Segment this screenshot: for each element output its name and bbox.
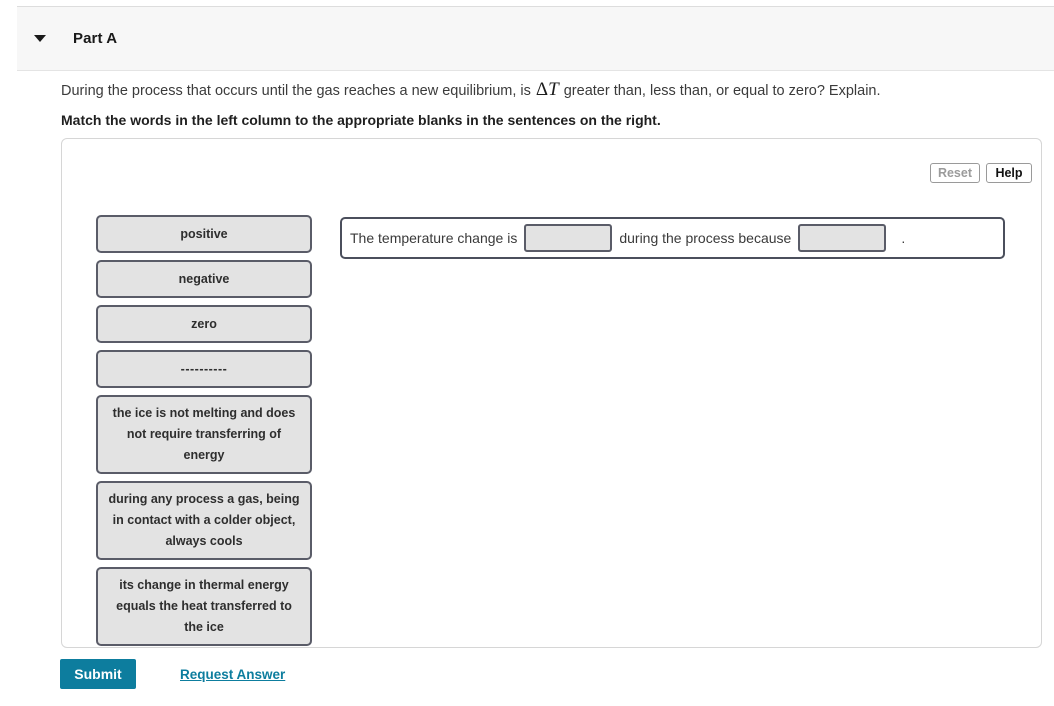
- footer-actions: Submit Request Answer: [60, 659, 285, 689]
- chevron-down-icon[interactable]: [34, 35, 46, 42]
- word-bank-tile[interactable]: the ice is not melting and does not requ…: [96, 395, 312, 474]
- word-bank-tile[interactable]: ----------: [96, 350, 312, 388]
- word-bank-tile[interactable]: its change in thermal energy equals the …: [96, 567, 312, 646]
- math-variable-t: T: [548, 79, 559, 100]
- sentence-row: The temperature change is during the pro…: [340, 217, 1005, 259]
- word-bank-tile[interactable]: during any process a gas, being in conta…: [96, 481, 312, 560]
- submit-button[interactable]: Submit: [60, 659, 136, 689]
- matching-activity-panel: Reset Help positive negative zero ------…: [61, 138, 1042, 648]
- sentence-part-2: during the process because: [619, 230, 792, 246]
- word-bank: positive negative zero ---------- the ic…: [96, 215, 312, 653]
- question-text-before: During the process that occurs until the…: [61, 83, 535, 99]
- word-bank-tile[interactable]: negative: [96, 260, 312, 298]
- sentence-part-1: The temperature change is: [350, 230, 518, 246]
- word-bank-tile[interactable]: zero: [96, 305, 312, 343]
- question-text: During the process that occurs until the…: [61, 79, 1011, 100]
- question-text-after: greater than, less than, or equal to zer…: [559, 83, 881, 99]
- reset-button[interactable]: Reset: [929, 163, 980, 183]
- page-title: Part A: [73, 30, 118, 47]
- drop-blank-1[interactable]: [524, 224, 613, 252]
- sentence-period: .: [901, 230, 906, 246]
- drop-blank-2[interactable]: [798, 224, 887, 252]
- math-expression: ΔT: [535, 79, 560, 100]
- part-header[interactable]: Part A: [17, 6, 1054, 71]
- help-button[interactable]: Help: [986, 163, 1032, 183]
- word-bank-tile[interactable]: positive: [96, 215, 312, 253]
- instruction-text: Match the words in the left column to th…: [61, 112, 661, 128]
- request-answer-link[interactable]: Request Answer: [180, 667, 285, 682]
- delta-symbol: Δ: [535, 79, 549, 100]
- activity-toolbar: Reset Help: [929, 163, 1032, 183]
